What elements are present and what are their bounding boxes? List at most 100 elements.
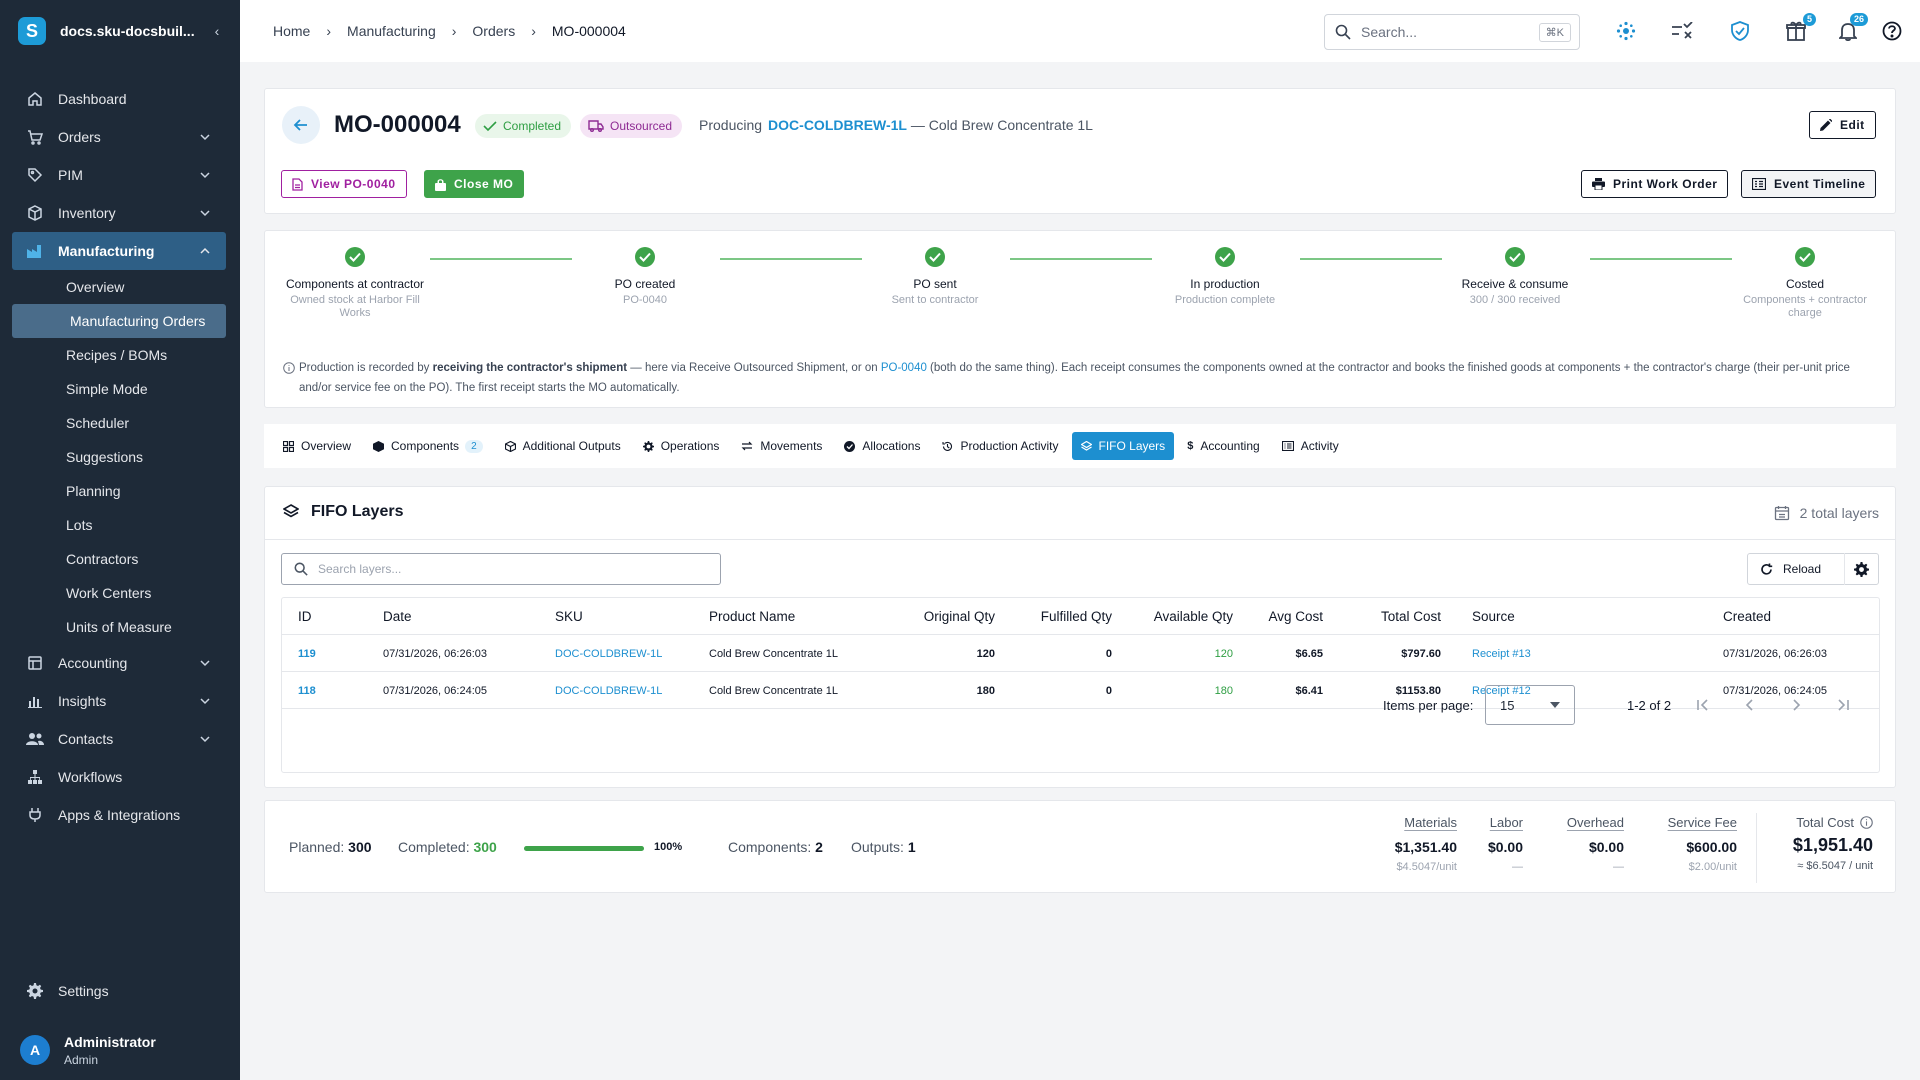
previous-page-button[interactable] — [1739, 694, 1761, 716]
sidebar-item-dashboard[interactable]: Dashboard — [0, 80, 240, 118]
table-row[interactable]: 119 07/31/2026, 06:26:03 DOC-COLDBREW-1L… — [282, 635, 1879, 672]
check-icon — [483, 121, 497, 132]
sidebar-item-pim[interactable]: PIM — [0, 156, 240, 194]
edit-label: Edit — [1840, 118, 1865, 132]
sidebar-subitem-overview[interactable]: Overview — [0, 270, 240, 304]
sidebar-subitem-planning[interactable]: Planning — [0, 474, 240, 508]
last-page-button[interactable] — [1831, 694, 1853, 716]
column-header-available-qty[interactable]: Available Qty — [1112, 598, 1233, 635]
sidebar-item-contacts[interactable]: Contacts — [0, 720, 240, 758]
user-profile[interactable]: A Administrator Admin — [0, 1020, 240, 1080]
sidebar-subitem-recipes[interactable]: Recipes / BOMs — [0, 338, 240, 372]
tab-label: Accounting — [1200, 439, 1260, 453]
sidebar-item-manufacturing[interactable]: Manufacturing — [12, 232, 226, 270]
cost-label[interactable]: Overhead — [1548, 815, 1624, 830]
sidebar-item-orders[interactable]: Orders — [0, 118, 240, 156]
first-page-button[interactable] — [1693, 694, 1715, 716]
sidebar-subitem-suggestions[interactable]: Suggestions — [0, 440, 240, 474]
breadcrumb-orders[interactable]: Orders — [472, 23, 515, 39]
column-header-sku[interactable]: SKU — [555, 598, 583, 635]
breadcrumb-manufacturing[interactable]: Manufacturing — [347, 23, 436, 39]
last-page-icon — [1838, 699, 1849, 711]
tab-fifo-layers[interactable]: FIFO Layers — [1071, 432, 1175, 460]
product-sku-link[interactable]: DOC-COLDBREW-1L — [768, 117, 907, 133]
sidebar-subitem-lots[interactable]: Lots — [0, 508, 240, 542]
breadcrumb-home[interactable]: Home — [273, 23, 310, 39]
close-mo-button[interactable]: Close MO — [424, 170, 525, 198]
sidebar-subitem-simple-mode[interactable]: Simple Mode — [0, 372, 240, 406]
note-po-link[interactable]: PO-0040 — [881, 362, 927, 374]
reload-button[interactable]: Reload — [1748, 562, 1844, 576]
cell-sku[interactable]: DOC-COLDBREW-1L — [555, 635, 662, 672]
back-button[interactable] — [282, 106, 320, 144]
tab-additional-outputs[interactable]: Additional Outputs — [496, 432, 630, 460]
sidebar-subitem-work-centers[interactable]: Work Centers — [0, 576, 240, 610]
pencil-icon — [1820, 119, 1832, 131]
global-search[interactable]: Search... ⌘K — [1324, 14, 1580, 50]
tab-label: FIFO Layers — [1098, 439, 1166, 453]
sidebar-item-settings[interactable]: Settings — [0, 972, 240, 1010]
gift-icon[interactable]: 5 — [1784, 13, 1816, 43]
cell-source[interactable]: Receipt #13 — [1472, 635, 1531, 672]
sidebar-item-insights[interactable]: Insights — [0, 682, 240, 720]
column-header-source[interactable]: Source — [1472, 598, 1515, 635]
column-header-original-qty[interactable]: Original Qty — [842, 598, 995, 635]
print-work-order-button[interactable]: Print Work Order — [1581, 170, 1729, 198]
cost-label[interactable]: Service Fee — [1641, 815, 1737, 830]
edit-button[interactable]: Edit — [1809, 111, 1876, 139]
items-per-page-select[interactable]: 15 — [1485, 685, 1575, 725]
note-bold: receiving the contractor's shipment — [432, 362, 628, 374]
page-range: 1-2 of 2 — [1627, 698, 1672, 713]
step-subtitle: Components + contractor charge — [1743, 294, 1867, 319]
column-header-total-cost[interactable]: Total Cost — [1323, 598, 1441, 635]
sidebar-subitem-scheduler[interactable]: Scheduler — [0, 406, 240, 440]
section-title: FIFO Layers — [283, 503, 403, 521]
column-header-fulfilled-qty[interactable]: Fulfilled Qty — [995, 598, 1112, 635]
tab-activity[interactable]: Activity — [1273, 432, 1348, 460]
tasks-icon[interactable] — [1670, 19, 1694, 43]
next-page-button[interactable] — [1785, 694, 1807, 716]
help-icon[interactable] — [1880, 19, 1904, 43]
cell-id[interactable]: 119 — [298, 635, 316, 672]
sidebar-item-inventory[interactable]: Inventory — [0, 194, 240, 232]
column-header-product-name[interactable]: Product Name — [709, 598, 795, 635]
sidebar-subitem-units-of-measure[interactable]: Units of Measure — [0, 610, 240, 644]
tab-components[interactable]: Components 2 — [364, 432, 492, 460]
collapse-sidebar-icon[interactable]: ‹ — [208, 23, 226, 39]
tab-accounting[interactable]: $ Accounting — [1178, 432, 1269, 460]
tab-operations[interactable]: Operations — [634, 432, 729, 460]
caret-down-icon — [1550, 702, 1560, 708]
column-header-date[interactable]: Date — [383, 598, 412, 635]
sidebar-item-accounting[interactable]: Accounting — [0, 644, 240, 682]
sidebar-subitem-manufacturing-orders[interactable]: Manufacturing Orders — [12, 304, 226, 338]
tab-allocations[interactable]: Allocations — [835, 432, 929, 460]
column-header-id[interactable]: ID — [298, 598, 312, 635]
event-timeline-button[interactable]: Event Timeline — [1741, 170, 1877, 198]
step-po-created: PO created PO-0040 — [575, 247, 715, 307]
table-settings-button[interactable] — [1844, 553, 1878, 585]
cost-label[interactable]: Materials — [1345, 815, 1457, 830]
view-po-button[interactable]: View PO-0040 — [281, 170, 407, 198]
bell-icon[interactable]: 26 — [1836, 13, 1868, 43]
workspace-title[interactable]: docs.sku-docsbuil... — [60, 23, 208, 39]
step-receive-consume: Receive & consume 300 / 300 received — [1445, 247, 1585, 307]
sidebar-item-apps[interactable]: Apps & Integrations — [0, 796, 240, 834]
progress-fill — [524, 846, 644, 851]
tab-overview[interactable]: Overview — [274, 432, 360, 460]
ai-sparkle-icon[interactable] — [1614, 19, 1638, 43]
step-title: Receive & consume — [1461, 277, 1569, 291]
cost-label[interactable]: Labor — [1467, 815, 1523, 830]
sidebar-settings-wrap: Settings — [0, 972, 240, 1010]
tab-movements[interactable]: Movements — [732, 432, 831, 460]
sidebar-item-workflows[interactable]: Workflows — [0, 758, 240, 796]
info-icon[interactable] — [1860, 816, 1873, 829]
tab-production-activity[interactable]: Production Activity — [933, 432, 1067, 460]
layer-search-input[interactable]: Search layers... — [281, 553, 721, 585]
breadcrumb-separator: › — [451, 23, 457, 39]
shield-icon[interactable] — [1728, 19, 1752, 43]
column-header-avg-cost[interactable]: Avg Cost — [1233, 598, 1323, 635]
app-logo[interactable]: S — [18, 17, 46, 45]
column-header-created[interactable]: Created — [1723, 598, 1771, 635]
sidebar-subitem-contractors[interactable]: Contractors — [0, 542, 240, 576]
step-subtitle: 300 / 300 received — [1469, 294, 1561, 306]
